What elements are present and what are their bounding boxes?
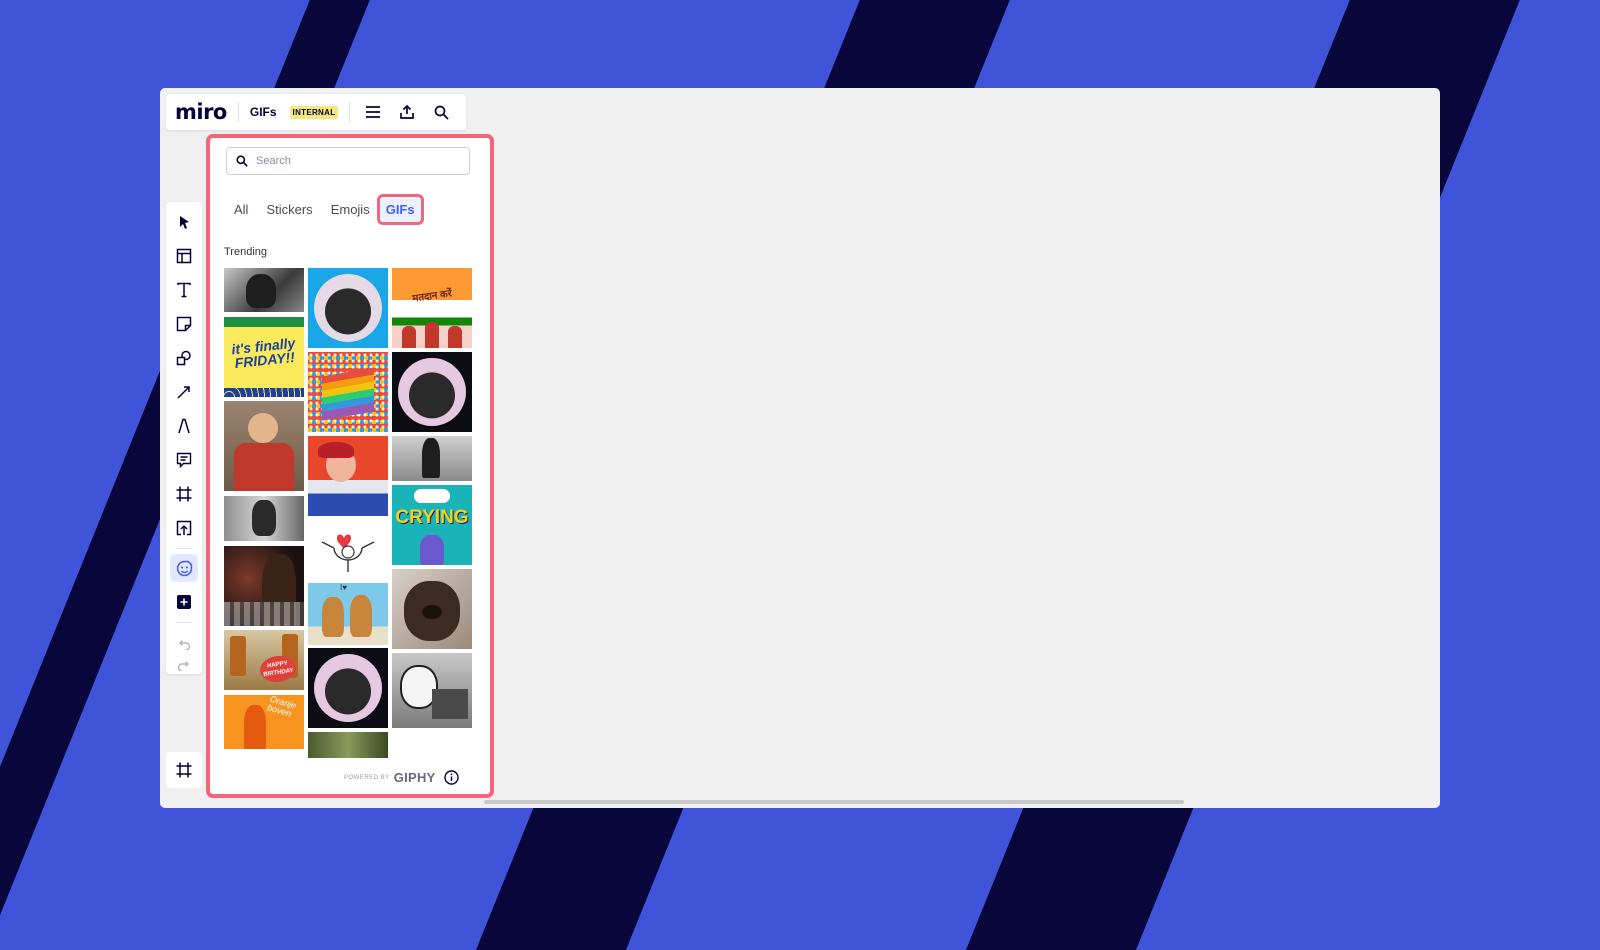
search-box[interactable] [226, 147, 470, 175]
undo-icon[interactable] [170, 630, 198, 658]
templates-icon[interactable] [170, 242, 198, 270]
gif-caption: मतदान करें [411, 288, 453, 305]
gif-raccoon-black[interactable] [392, 352, 472, 432]
gif-crying[interactable]: CRYING [392, 485, 472, 565]
share-upload-icon[interactable] [394, 99, 420, 125]
gif-caption: I♥ [340, 583, 347, 592]
search-icon[interactable] [428, 99, 454, 125]
toolbar-divider [176, 622, 192, 623]
gif-rainbow-cake[interactable] [308, 352, 388, 432]
gif-raccoon-circle-2[interactable] [308, 648, 388, 728]
powered-by-label: POWERED BY [344, 774, 390, 781]
gif-india-flag-vote[interactable]: मतदान करें [392, 268, 472, 348]
giphy-attribution: POWERED BY GIPHY [344, 770, 459, 785]
horizontal-scrollbar[interactable] [484, 800, 1184, 804]
line-arrow-icon[interactable] [170, 378, 198, 406]
gif-kid-red[interactable] [224, 401, 304, 491]
gif-panda-office[interactable] [392, 653, 472, 728]
category-tabs: All Stickers Emojis GIFs [234, 194, 442, 225]
top-bar: miro GIFs INTERNAL [166, 94, 466, 130]
search-icon [236, 155, 248, 167]
info-icon[interactable] [443, 770, 459, 785]
miro-logo[interactable]: miro [175, 100, 227, 124]
comment-icon[interactable] [170, 446, 198, 474]
more-apps-icon[interactable] [170, 588, 198, 616]
sticky-note-icon[interactable] [170, 310, 198, 338]
text-icon[interactable] [170, 276, 198, 304]
select-cursor-icon[interactable] [170, 208, 198, 236]
tab-emojis[interactable]: Emojis [331, 202, 370, 217]
gif-film-scene[interactable] [308, 732, 388, 758]
gif-dancing-bears[interactable]: I♥ [308, 583, 388, 645]
gif-raccoon-circle[interactable] [308, 268, 388, 348]
tab-stickers[interactable]: Stickers [266, 202, 312, 217]
giphy-logo: GIPHY [393, 770, 436, 785]
redo-icon[interactable] [170, 658, 198, 672]
left-toolbar [166, 202, 202, 674]
divider [237, 102, 239, 122]
gif-wrestler-crowd[interactable] [224, 546, 304, 626]
gif-caption: it's finally FRIDAY!! [230, 334, 296, 372]
menu-icon[interactable] [360, 99, 386, 125]
search-input[interactable] [254, 154, 458, 168]
gif-caption: Oranje boven [266, 695, 298, 719]
upload-icon[interactable] [170, 514, 198, 542]
gif-dog[interactable] [392, 569, 472, 649]
tab-all[interactable]: All [234, 202, 248, 217]
toolbar-divider [176, 548, 192, 549]
gif-heart-cartoon[interactable] [308, 522, 388, 578]
miro-window: miro GIFs INTERNAL Search All Stickers E… [160, 88, 1440, 808]
pen-icon[interactable] [170, 412, 198, 440]
stickers-gifs-panel: All Stickers Emojis GIFs Trending it's f… [206, 134, 494, 798]
gif-singer-red[interactable] [308, 436, 388, 516]
gif-man-bw[interactable] [224, 496, 304, 541]
frames-panel-icon[interactable] [166, 752, 202, 788]
gif-oranje[interactable]: Oranje boven [224, 695, 304, 749]
board-name[interactable]: GIFs [250, 105, 277, 119]
trending-heading: Trending [224, 246, 268, 258]
shapes-icon[interactable] [170, 344, 198, 372]
internal-badge: INTERNAL [289, 105, 339, 119]
divider [349, 102, 351, 122]
tab-gifs[interactable]: GIFs [376, 194, 424, 225]
gif-woman-bw[interactable] [392, 436, 472, 481]
gif-caption: CRYING [395, 507, 469, 528]
frame-icon[interactable] [170, 480, 198, 508]
gif-friday[interactable]: it's finally FRIDAY!! [224, 317, 304, 397]
stickers-gifs-icon[interactable] [170, 554, 198, 582]
gif-birthday[interactable]: HAPPY BIRTHDAY [224, 630, 304, 690]
gif-couple-bw[interactable] [224, 268, 304, 312]
